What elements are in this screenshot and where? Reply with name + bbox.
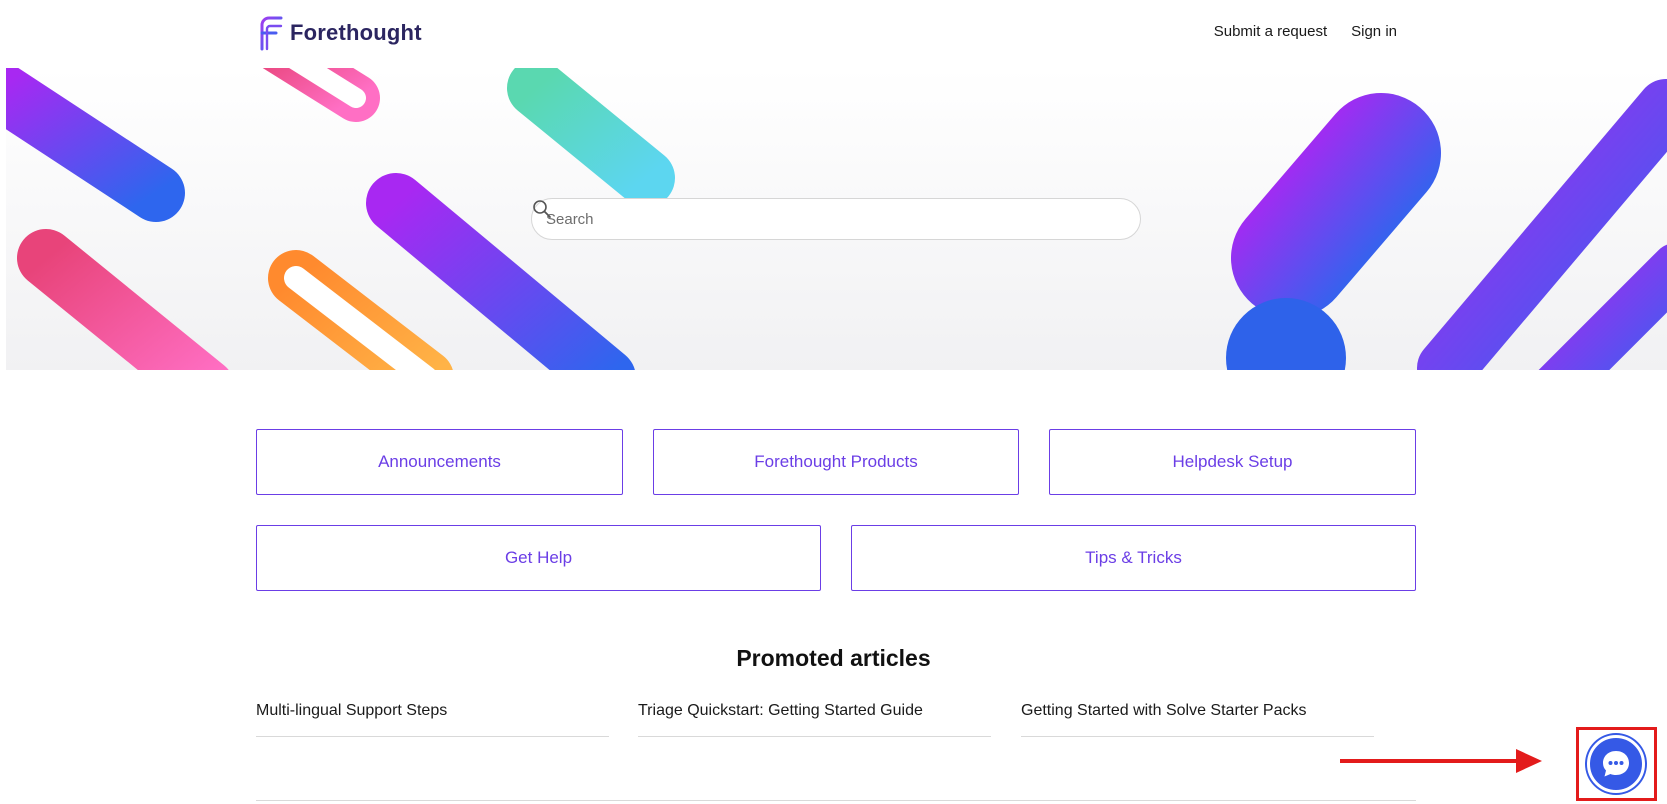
category-tips-tricks[interactable]: Tips & Tricks [851,525,1416,591]
brand-logo[interactable]: Forethought [256,15,422,51]
annotation-arrow-icon [1340,749,1542,773]
hero-banner [6,68,1667,370]
category-label: Get Help [504,548,573,567]
category-helpdesk-setup[interactable]: Helpdesk Setup [1049,429,1416,495]
section-divider [256,800,1416,801]
category-announcements[interactable]: Announcements [256,429,623,495]
search-icon [533,200,551,218]
header-nav: Submit a request Sign in [1214,23,1397,40]
category-label: Forethought Products [754,452,918,471]
chat-launcher-button[interactable] [1587,735,1645,793]
brand-name: Forethought [290,20,422,45]
promoted-article-link[interactable]: Getting Started with Solve Starter Packs [1021,702,1374,737]
promoted-article-link[interactable]: Multi-lingual Support Steps [256,702,609,737]
category-label: Announcements [378,452,501,471]
submit-request-link[interactable]: Submit a request [1214,23,1327,40]
promoted-article-link[interactable]: Triage Quickstart: Getting Started Guide [638,702,991,737]
category-label: Helpdesk Setup [1172,452,1293,471]
category-forethought-products[interactable]: Forethought Products [653,429,1019,495]
site-header: Forethought Submit a request Sign in [0,0,1667,68]
promoted-articles-heading: Promoted articles [736,645,931,671]
category-label: Tips & Tricks [1085,548,1182,567]
forethought-logo-icon [260,16,283,51]
sign-in-link[interactable]: Sign in [1351,23,1397,40]
search-box[interactable] [531,198,1141,240]
category-get-help[interactable]: Get Help [256,525,821,591]
search-input[interactable] [546,210,1086,228]
chat-bubble-icon [1603,751,1629,777]
